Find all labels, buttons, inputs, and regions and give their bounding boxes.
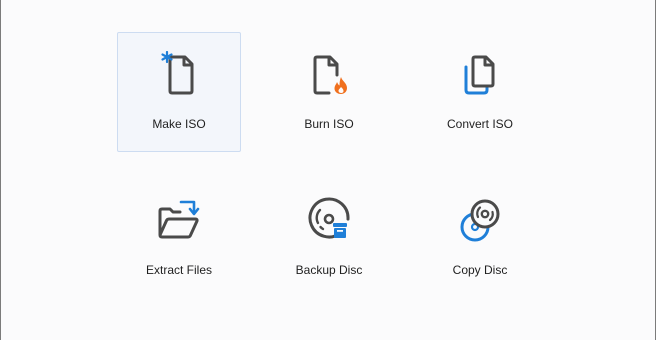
tile-label: Make ISO bbox=[152, 117, 206, 131]
open-folder-icon bbox=[155, 197, 203, 245]
main-panel: Make ISO Burn ISO Convert ISO Extract Fi… bbox=[0, 0, 656, 340]
disc-backup-icon bbox=[305, 197, 353, 245]
make-iso-button[interactable]: Make ISO bbox=[117, 32, 241, 152]
tile-label: Extract Files bbox=[145, 263, 212, 277]
burn-file-icon bbox=[305, 51, 353, 99]
copy-files-icon bbox=[456, 51, 504, 99]
burn-iso-button[interactable]: Burn ISO bbox=[267, 32, 391, 152]
backup-disc-button[interactable]: Backup Disc bbox=[267, 178, 391, 298]
tile-label: Burn ISO bbox=[304, 117, 354, 131]
tile-label: Copy Disc bbox=[452, 263, 508, 277]
tile-label: Backup Disc bbox=[295, 263, 363, 277]
extract-files-button[interactable]: Extract Files bbox=[117, 178, 241, 298]
copy-disc-icon bbox=[456, 197, 504, 245]
new-file-icon bbox=[155, 51, 203, 99]
tile-label: Convert ISO bbox=[446, 117, 514, 131]
copy-disc-button[interactable]: Copy Disc bbox=[418, 178, 542, 298]
convert-iso-button[interactable]: Convert ISO bbox=[418, 32, 542, 152]
